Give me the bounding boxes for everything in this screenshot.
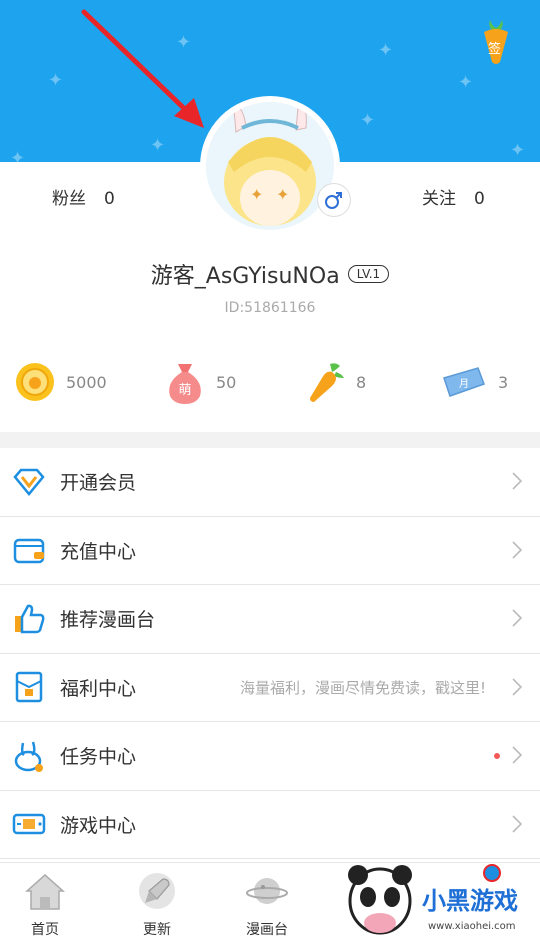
sparkle-icon: ✦ bbox=[48, 70, 64, 91]
tab-updates[interactable]: 更新 bbox=[112, 863, 202, 938]
welfare-promo-text: 海量福利，漫画尽情免费读，戳这里! bbox=[239, 678, 486, 697]
tab-home[interactable]: 首页 bbox=[0, 863, 90, 938]
wallet-item-ticket[interactable]: 月 3 bbox=[440, 360, 508, 404]
carrot-icon bbox=[310, 363, 344, 402]
sparkle-icon: ✦ bbox=[360, 110, 376, 131]
monthly-ticket-icon: 月 bbox=[443, 367, 485, 397]
rocket-icon bbox=[139, 873, 175, 909]
coin-balance: 5000 bbox=[66, 372, 107, 392]
sparkle-icon: ✦ bbox=[510, 140, 526, 161]
follow-stat[interactable]: 关注 0 bbox=[422, 184, 485, 209]
avatar[interactable]: ✦ ✦ bbox=[200, 96, 340, 236]
chevron-right-icon bbox=[512, 746, 522, 764]
menu-item-recommend[interactable]: 推荐漫画台 bbox=[0, 585, 540, 654]
menu-label: 福利中心 bbox=[60, 677, 137, 700]
gender-male-badge bbox=[318, 184, 350, 216]
sparkle-icon: ✦ bbox=[150, 135, 166, 156]
tab-label: 漫画台 bbox=[246, 922, 288, 938]
fans-count: 0 bbox=[104, 189, 115, 209]
sparkle-icon: ✦ bbox=[378, 40, 394, 61]
menu-item-games[interactable]: 游戏中心 bbox=[0, 791, 540, 859]
wallet-item-carrot[interactable]: 8 bbox=[306, 360, 366, 404]
thumbs-up-icon bbox=[12, 602, 46, 636]
chevron-right-icon bbox=[512, 609, 522, 627]
tab-label: 更新 bbox=[143, 922, 171, 938]
menu-label: 充值中心 bbox=[60, 540, 137, 563]
wallet-item-moe[interactable]: 萌 50 bbox=[164, 360, 236, 404]
follow-label: 关注 bbox=[422, 189, 456, 209]
wallet-icon bbox=[12, 533, 46, 567]
menu-item-vip[interactable]: 开通会员 bbox=[0, 448, 540, 517]
menu-item-tasks[interactable]: 任务中心 bbox=[0, 722, 540, 791]
menu-item-welfare[interactable]: 福利中心 海量福利，漫画尽情免费读，戳这里! bbox=[0, 654, 540, 722]
username: 游客_AsGYisuNOa bbox=[150, 264, 340, 289]
monthly-ticket-glyph: 月 bbox=[459, 378, 469, 390]
carrot-balance: 8 bbox=[356, 372, 367, 392]
menu-label: 开通会员 bbox=[60, 472, 137, 495]
notification-dot bbox=[494, 752, 500, 759]
home-icon bbox=[25, 873, 65, 910]
male-symbol-icon bbox=[325, 192, 342, 209]
menu-label: 推荐漫画台 bbox=[60, 609, 156, 632]
rabbit-icon bbox=[12, 739, 46, 773]
money-bag-glyph: 萌 bbox=[178, 383, 191, 398]
wallet-bar: 5000 萌 50 8 月 3 bbox=[0, 360, 540, 404]
gold-coin-icon bbox=[16, 363, 54, 401]
bottom-tab-bar: 首页 更新 漫画台 小黑游戏 www.xiaohei.com bbox=[0, 862, 540, 938]
menu-item-recharge[interactable]: 充值中心 bbox=[0, 517, 540, 585]
red-arrow-annotation bbox=[81, 9, 204, 128]
svg-text:✦: ✦ bbox=[250, 185, 263, 204]
ticket-balance: 3 bbox=[498, 372, 509, 392]
user-id: ID:51861166 bbox=[224, 300, 316, 316]
chevron-right-icon bbox=[512, 677, 522, 696]
watermark-brand: 小黑游戏 bbox=[422, 887, 518, 915]
money-bag-icon: 萌 bbox=[169, 364, 201, 404]
tab-manhuatai[interactable]: 漫画台 bbox=[222, 863, 312, 938]
site-watermark: 小黑游戏 www.xiaohei.com bbox=[344, 863, 540, 938]
sparkle-icon: ✦ bbox=[10, 148, 26, 162]
fans-label: 粉丝 bbox=[52, 189, 86, 209]
chevron-right-icon bbox=[512, 814, 522, 833]
avatar-image: ✦ ✦ bbox=[206, 102, 334, 230]
planet-icon bbox=[246, 878, 288, 904]
follow-count: 0 bbox=[474, 189, 485, 209]
svg-text:✦: ✦ bbox=[276, 185, 289, 204]
chevron-right-icon bbox=[512, 472, 522, 490]
profile-menu-list: 开通会员 充值中心 推荐漫画台 福利中心 海量福利，漫画尽情免费读，戳这里! 任… bbox=[0, 448, 540, 859]
watermark-url: www.xiaohei.com bbox=[428, 921, 516, 932]
moe-balance: 50 bbox=[216, 372, 237, 392]
section-divider bbox=[0, 432, 540, 448]
sign-in-carrot-button[interactable]: 签 bbox=[480, 18, 512, 66]
game-console-icon bbox=[12, 807, 46, 841]
anime-avatar-icon: ✦ ✦ bbox=[206, 102, 334, 230]
fans-stat[interactable]: 粉丝 0 bbox=[52, 184, 115, 209]
vip-diamond-icon bbox=[12, 465, 46, 499]
level-badge: LV.1 bbox=[347, 265, 390, 283]
sparkle-icon: ✦ bbox=[458, 72, 474, 93]
username-row: 游客_AsGYisuNOa LV.1 bbox=[0, 258, 540, 290]
wallet-item-coins[interactable]: 5000 bbox=[14, 360, 107, 404]
menu-label: 任务中心 bbox=[60, 746, 137, 769]
gift-card-icon bbox=[12, 670, 46, 704]
tab-label: 首页 bbox=[31, 922, 59, 938]
sign-badge-text: 签 bbox=[488, 42, 502, 57]
menu-label: 游戏中心 bbox=[60, 814, 137, 837]
chevron-right-icon bbox=[512, 540, 522, 559]
